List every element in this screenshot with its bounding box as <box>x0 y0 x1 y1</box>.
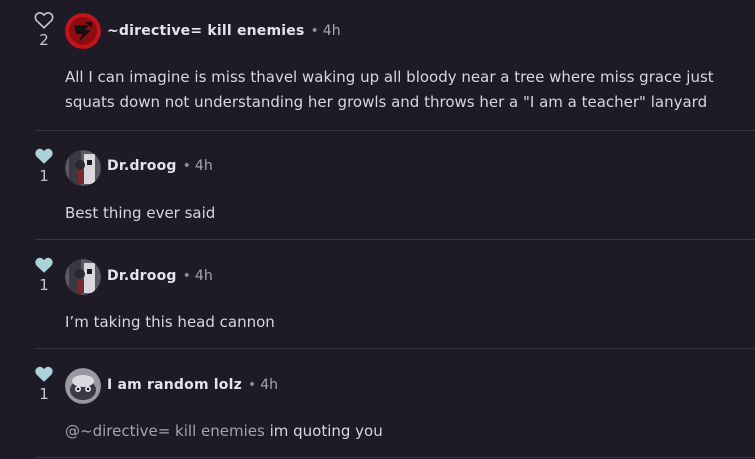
like-control: 1 <box>30 365 58 403</box>
comment-meta: ~directive= kill enemies • 4h <box>107 21 341 41</box>
user-mention-link[interactable]: @~directive= kill enemies <box>65 422 265 440</box>
comment-text-rest: im quoting you <box>264 422 383 440</box>
separator-dot: • <box>182 268 191 284</box>
heart-filled-icon[interactable] <box>34 256 54 274</box>
separator-dot: • <box>247 377 257 393</box>
like-control: 1 <box>30 147 58 185</box>
comment-thread: 2 ~directive= kill enemies • 4h All I can … <box>0 0 755 459</box>
comment-text: @~directive= kill enemies im quoting you <box>65 419 745 444</box>
separator-dot: • <box>310 23 319 39</box>
grey-creature-avatar-icon <box>65 368 101 404</box>
avatar[interactable] <box>65 13 101 49</box>
divider <box>35 348 755 349</box>
separator-dot: • <box>182 158 191 174</box>
comment-meta: Dr.droog • 4h <box>107 156 213 176</box>
like-count: 2 <box>39 31 49 49</box>
comment-meta: Dr.droog • 4h <box>107 266 213 286</box>
avatar[interactable] <box>65 259 101 295</box>
timestamp: 4h <box>260 377 279 393</box>
red-logo-avatar-icon <box>65 13 101 49</box>
divider <box>35 457 755 458</box>
author-name[interactable]: I am random lolz <box>107 377 242 393</box>
divider <box>35 130 755 131</box>
avatar[interactable] <box>65 150 101 186</box>
like-count: 1 <box>39 385 49 403</box>
author-name[interactable]: Dr.droog <box>107 268 177 284</box>
heart-filled-icon[interactable] <box>34 147 54 165</box>
comment-meta: I am random lolz • 4h <box>107 375 278 395</box>
timestamp: 4h <box>194 268 213 284</box>
like-control: 1 <box>30 256 58 294</box>
avatar[interactable] <box>65 368 101 404</box>
comment-text: Best thing ever said <box>65 204 216 222</box>
heart-filled-icon[interactable] <box>34 365 54 383</box>
character-avatar-icon <box>65 259 101 295</box>
comment-text: I’m taking this head cannon <box>65 313 275 331</box>
timestamp: 4h <box>322 23 341 39</box>
comment-text: All I can imagine is miss thavel waking … <box>65 68 714 111</box>
timestamp: 4h <box>194 158 213 174</box>
like-count: 1 <box>39 167 49 185</box>
heart-outline-icon[interactable] <box>34 11 54 29</box>
like-count: 1 <box>39 276 49 294</box>
like-control: 2 <box>30 11 58 49</box>
author-name[interactable]: Dr.droog <box>107 158 177 174</box>
character-avatar-icon <box>65 150 101 186</box>
author-name[interactable]: ~directive= kill enemies <box>107 23 305 39</box>
divider <box>35 239 755 240</box>
